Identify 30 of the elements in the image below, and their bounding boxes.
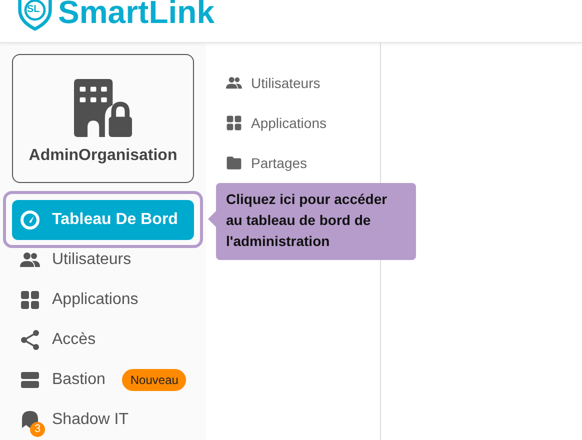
server-icon — [20, 370, 40, 390]
grid-icon — [20, 290, 40, 310]
nav-item[interactable]: 3 Shadow IT — [12, 400, 194, 440]
submenu-item[interactable]: Utilisateurs — [226, 63, 320, 103]
nav-label: Bastion — [52, 371, 106, 389]
nav-label: Shadow IT — [52, 411, 128, 429]
nav-item[interactable]: Bastion Nouveau — [12, 360, 194, 400]
nav-item[interactable]: Utilisateurs — [12, 240, 194, 280]
grid-icon — [226, 115, 242, 131]
brand-name: SmartLink — [58, 0, 214, 32]
nav-label: Applications — [52, 291, 138, 309]
logo-monogram: SL — [27, 4, 40, 15]
new-tag: Nouveau — [122, 369, 186, 391]
submenu-item[interactable]: Partages — [226, 143, 308, 183]
nav-label: Accès — [52, 331, 96, 349]
building-lock-icon — [71, 78, 135, 136]
users-icon — [20, 250, 40, 270]
nav-label: Utilisateurs — [52, 251, 132, 269]
shield-logo-icon — [16, 0, 54, 32]
nav-label: Tableau De Bord — [52, 211, 178, 229]
nav-item[interactable]: Applications — [12, 280, 194, 320]
share-icon — [20, 330, 40, 350]
submenu-item[interactable]: Applications — [226, 103, 326, 143]
count-badge: 3 — [30, 422, 45, 437]
users-icon — [226, 75, 242, 91]
folder-icon — [226, 155, 242, 171]
organisation-card[interactable]: AdminOrganisation — [12, 54, 194, 183]
tooltip-text: Cliquez ici pour accéder au tableau de bord de l'administration — [226, 190, 388, 251]
gauge-icon — [20, 210, 40, 230]
nav-item[interactable]: Accès — [12, 320, 194, 360]
